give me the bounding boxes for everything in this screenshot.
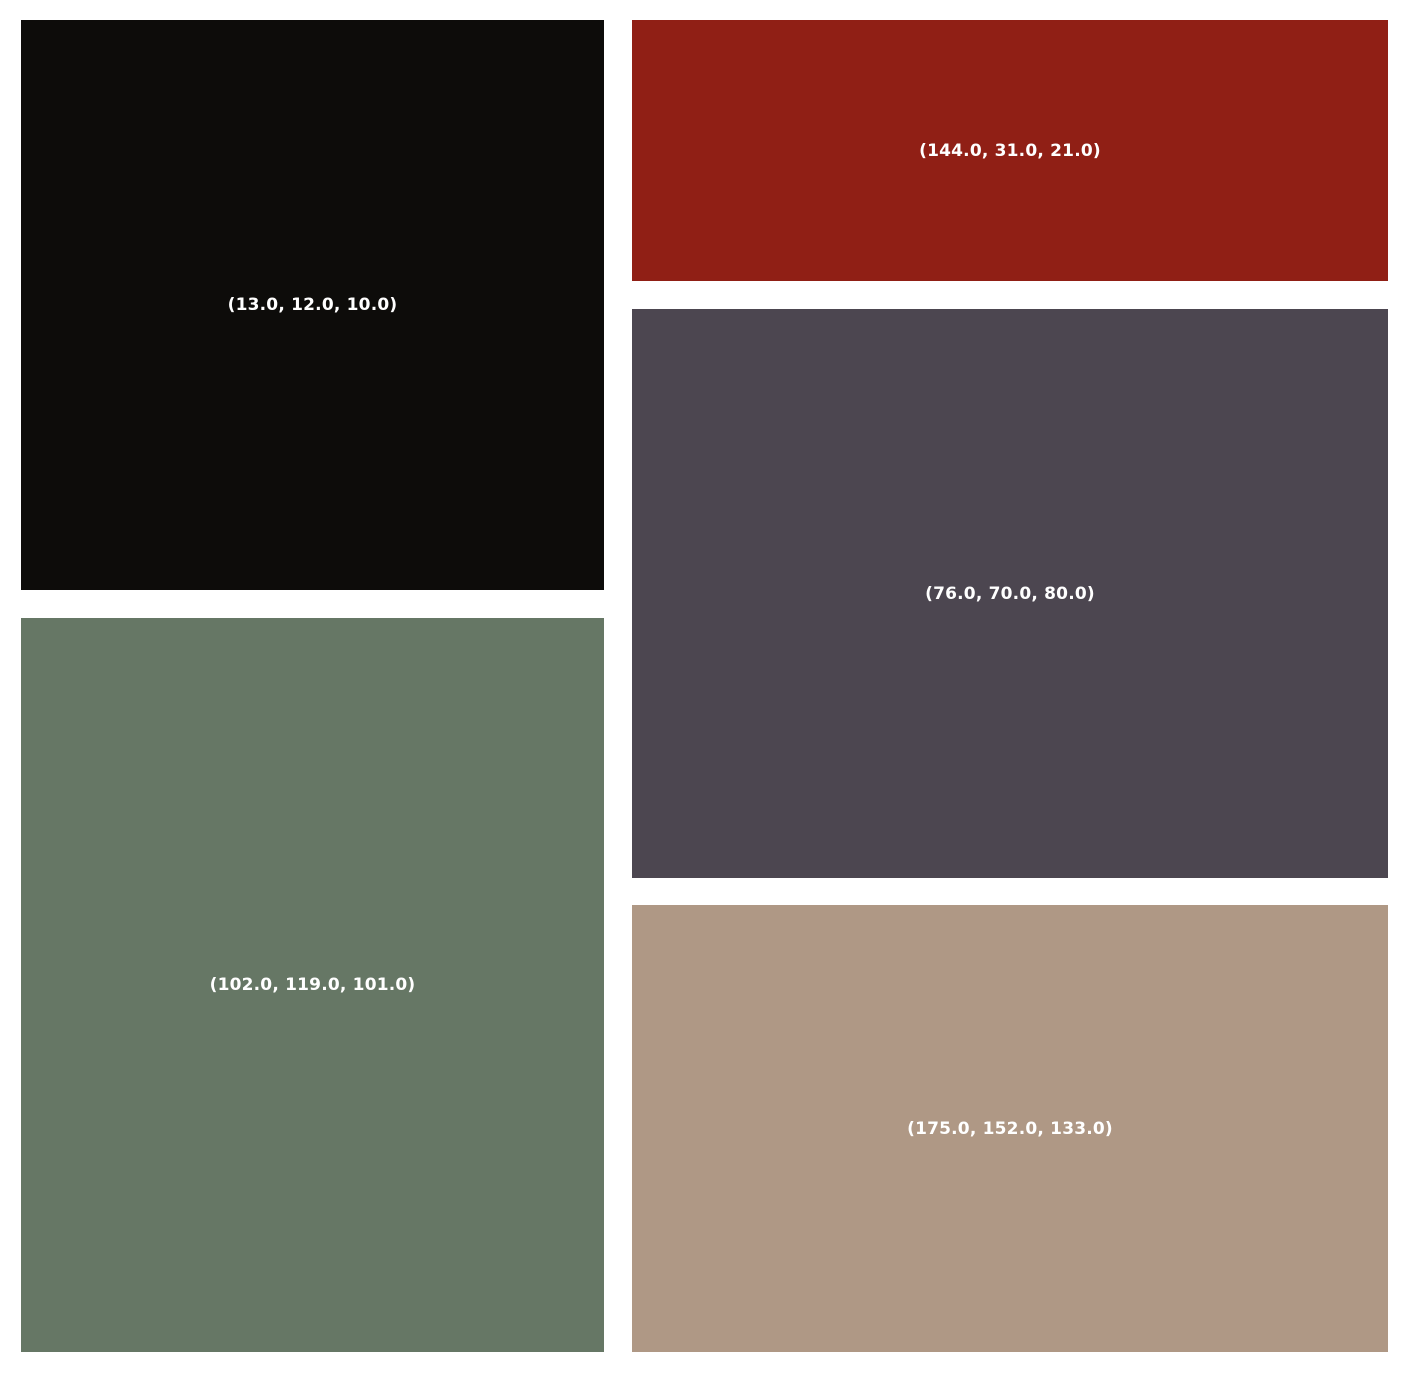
swatch-label: (76.0, 70.0, 80.0) <box>925 583 1095 604</box>
swatch-label: (175.0, 152.0, 133.0) <box>907 1118 1113 1139</box>
swatch-label: (102.0, 119.0, 101.0) <box>209 975 416 995</box>
color-swatch-purple-gray: (76.0, 70.0, 80.0) <box>632 309 1388 878</box>
color-swatch-red: (144.0, 31.0, 21.0) <box>632 20 1388 281</box>
color-swatch-black: (13.0, 12.0, 10.0) <box>21 20 604 590</box>
color-swatch-green-gray: (102.0, 119.0, 101.0) <box>21 618 604 1352</box>
swatch-label: (144.0, 31.0, 21.0) <box>919 140 1101 161</box>
swatch-label: (13.0, 12.0, 10.0) <box>227 295 398 315</box>
color-swatch-tan: (175.0, 152.0, 133.0) <box>632 905 1388 1352</box>
